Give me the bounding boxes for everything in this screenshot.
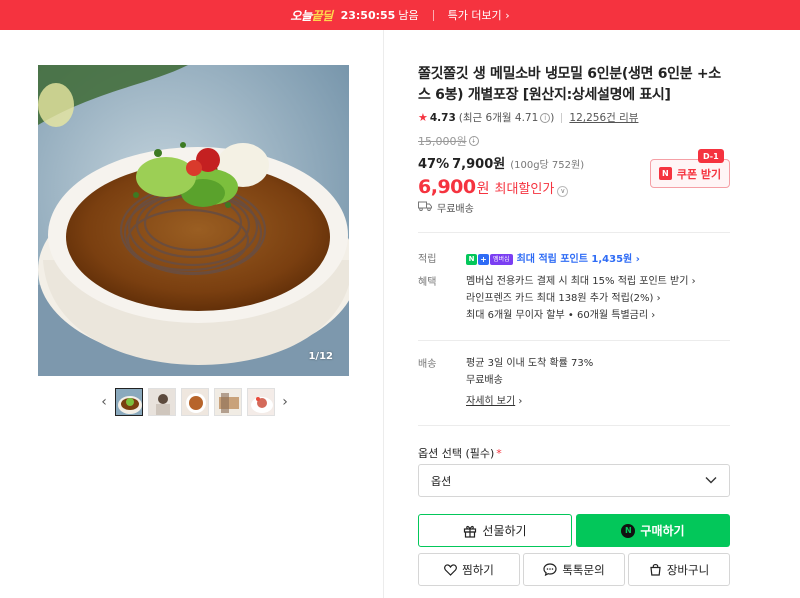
product-title: 쫄깃쫄깃 생 메밀소바 냉모밀 6인분(생면 6인분 +소스 6봉) 개별포장 … (418, 66, 721, 103)
deal-logo: 오늘끝딜 (290, 8, 333, 23)
talk-inquiry-button[interactable]: 톡톡문의 (523, 553, 625, 586)
benefit-item[interactable]: 라인프렌즈 카드 최대 138원 추가 적립(2%) › (466, 290, 730, 307)
shipping-info: 무료배송 (418, 200, 474, 215)
shopping-bag-icon (649, 563, 662, 576)
talk-inquiry-label: 톡톡문의 (562, 562, 605, 577)
recent-rating: (최근 6개월 4.71 (458, 112, 539, 124)
chevron-right-icon: › (651, 310, 656, 321)
chevron-right-icon: › (505, 9, 510, 22)
sale-price: 7,900원 (452, 157, 506, 172)
option-label: 옵션 선택 (필수) * (418, 447, 502, 460)
chevron-down-icon (705, 474, 717, 487)
divider (418, 232, 730, 233)
wishlist-button[interactable]: 찜하기 (418, 553, 520, 586)
chevron-down-icon[interactable]: ∨ (557, 186, 569, 197)
more-deals-link[interactable]: 특가 더보기 › (448, 7, 510, 23)
thumbnail-3[interactable] (180, 388, 209, 416)
naver-n-icon: N (466, 254, 477, 265)
deal-banner: 오늘끝딜 23:50:55 남음 특가 더보기 › (0, 0, 800, 30)
delivery-key: 배송 (418, 359, 437, 370)
buy-button[interactable]: N 구매하기 (576, 514, 730, 547)
chevron-right-icon: › (656, 293, 661, 304)
image-counter: 1/12 (308, 351, 333, 362)
naver-n-icon: N (658, 167, 672, 180)
chevron-right-icon: › (518, 396, 523, 407)
divider (418, 340, 730, 341)
cart-button[interactable]: 장바구니 (628, 553, 730, 586)
rating-score: 4.73 (429, 111, 456, 124)
plus-icon: + (478, 254, 489, 265)
discount-percent: 47% (418, 157, 450, 172)
chevron-right-icon: › (635, 254, 640, 265)
truck-icon (418, 201, 432, 214)
gift-icon (463, 524, 477, 538)
thumbnail-strip: ‹ › (96, 388, 293, 416)
buy-label: 구매하기 (640, 524, 685, 538)
unit-price: (100g당 752원) (510, 160, 585, 171)
wishlist-label: 찜하기 (462, 562, 494, 577)
option-select[interactable]: 옵션 (418, 464, 730, 497)
naver-pay-icon: N (621, 523, 636, 538)
star-icon: ★ (418, 111, 428, 124)
gift-label: 선물하기 (482, 524, 527, 538)
benefit-item[interactable]: 멤버십 전용카드 결제 시 최대 15% 적립 포인트 받기 › (466, 273, 730, 290)
points-key: 적립 (418, 254, 437, 265)
chat-bubble-icon (543, 563, 557, 576)
chevron-left-icon[interactable]: ‹ (96, 388, 112, 416)
thumbnail-5[interactable] (246, 388, 275, 416)
coupon-button[interactable]: N 쿠폰 받기 (650, 159, 730, 188)
heart-icon (444, 563, 458, 576)
chevron-right-icon: › (691, 276, 696, 287)
benefits-key: 혜택 (418, 277, 437, 288)
column-divider (383, 30, 384, 598)
info-icon[interactable]: i (468, 136, 479, 146)
benefit-item[interactable]: 최대 6개월 무이자 할부 • 60개월 특별금리 › (466, 307, 730, 324)
max-discount-label: 최대할인가 (494, 182, 555, 197)
max-points-link[interactable]: N + 멤버십 최대 적립 포인트 1,435원 › (466, 251, 640, 268)
divider (432, 9, 434, 21)
thumbnail-1[interactable] (114, 388, 143, 416)
shipping-label: 무료배송 (437, 204, 474, 215)
max-points-text: 최대 적립 포인트 1,435원 (516, 254, 636, 265)
membership-badge: 멤버십 (490, 254, 513, 265)
option-select-value: 옵션 (431, 474, 452, 488)
original-price-row: 15,000원 i (418, 133, 730, 149)
coupon-label: 쿠폰 받기 (676, 167, 722, 181)
cart-label: 장바구니 (666, 562, 710, 577)
thumbnail-4[interactable] (213, 388, 242, 416)
required-mark: * (496, 447, 502, 460)
gift-button[interactable]: 선물하기 (418, 514, 572, 547)
delivery-detail-link[interactable]: 자세히 보기 › (466, 393, 730, 410)
product-main-image[interactable]: 1/12 (38, 65, 349, 376)
delivery-fee: 무료배송 (466, 375, 503, 386)
original-price: 15,000원 (418, 135, 467, 148)
thumbnail-2[interactable] (147, 388, 176, 416)
soba-bowl-image (38, 65, 349, 376)
review-count-link[interactable]: 12,256건 리뷰 (569, 110, 638, 125)
info-icon[interactable]: i (540, 112, 551, 123)
chevron-right-icon[interactable]: › (277, 388, 293, 416)
deal-timer-suffix: 남음 (398, 9, 419, 22)
divider (561, 112, 563, 123)
divider (418, 425, 730, 426)
dday-badge: D-1 (698, 149, 724, 163)
deal-timer: 23:50:55 (340, 8, 396, 22)
rating-row: ★ 4.73 (최근 6개월 4.71 i) 12,256건 리뷰 (418, 110, 639, 125)
max-discount-price: 6,900 (418, 176, 476, 198)
delivery-estimate: 평균 3일 이내 도착 확률 73% (466, 358, 594, 369)
currency-won: 원 (476, 181, 490, 197)
